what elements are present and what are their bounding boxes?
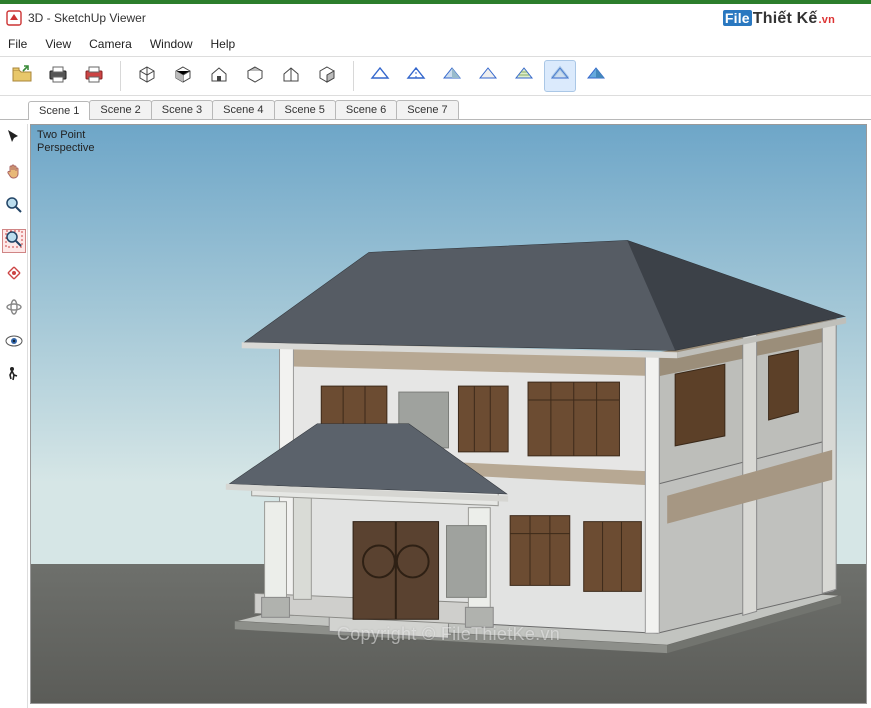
style-xray-icon	[549, 64, 571, 89]
style-shaded-icon	[441, 64, 463, 89]
house-model	[31, 125, 866, 703]
scene-tab-2[interactable]: Scene 2	[89, 100, 151, 119]
scene-tab-3[interactable]: Scene 3	[151, 100, 213, 119]
view-top-button[interactable]	[239, 60, 271, 92]
view-iso-button[interactable]	[131, 60, 163, 92]
tool-select[interactable]	[3, 128, 25, 150]
style-color-button[interactable]	[580, 60, 612, 92]
style-tex-icon	[513, 64, 535, 89]
viewport-3d[interactable]: Two Point Perspective Copyright © FileTh…	[30, 124, 867, 704]
tool-orbit[interactable]	[3, 298, 25, 320]
style-shaded-button[interactable]	[436, 60, 468, 92]
app-icon	[6, 10, 22, 26]
menu-camera[interactable]: Camera	[89, 37, 132, 51]
tool-pan-hand[interactable]	[3, 162, 25, 184]
zoom-window-icon	[5, 230, 23, 253]
toolbar-separator	[120, 61, 121, 91]
style-hidden-icon	[405, 64, 427, 89]
pan-hand-icon	[5, 162, 23, 185]
tool-zoom[interactable]	[3, 196, 25, 218]
print-button[interactable]	[42, 60, 74, 92]
view-right-icon	[280, 64, 302, 89]
scene-tab-6[interactable]: Scene 6	[335, 100, 397, 119]
open-file-icon	[11, 64, 33, 89]
scene-tab-4[interactable]: Scene 4	[212, 100, 274, 119]
main-toolbar	[0, 56, 871, 96]
select-icon	[5, 128, 23, 151]
style-tex-button[interactable]	[508, 60, 540, 92]
style-wire-icon	[369, 64, 391, 89]
zoom-extents-icon	[5, 264, 23, 287]
site-logo: FileThiết Kế.vn	[723, 10, 835, 28]
tool-zoom-window[interactable]	[3, 230, 25, 252]
menu-file[interactable]: File	[8, 37, 27, 51]
style-mono-icon	[477, 64, 499, 89]
tool-walk[interactable]	[3, 366, 25, 388]
orbit-icon	[5, 298, 23, 321]
style-mono-button[interactable]	[472, 60, 504, 92]
view-home-icon	[208, 64, 230, 89]
tool-look[interactable]	[3, 332, 25, 354]
view-front-icon	[172, 64, 194, 89]
camera-label: Two Point Perspective	[37, 129, 94, 154]
style-xray-button[interactable]	[544, 60, 576, 92]
walk-icon	[5, 366, 23, 389]
style-hidden-button[interactable]	[400, 60, 432, 92]
view-front-button[interactable]	[167, 60, 199, 92]
tool-zoom-extents[interactable]	[3, 264, 25, 286]
scene-tabs: Scene 1Scene 2Scene 3Scene 4Scene 5Scene…	[0, 96, 871, 120]
view-back-button[interactable]	[311, 60, 343, 92]
export-pdf-button[interactable]	[78, 60, 110, 92]
scene-tab-7[interactable]: Scene 7	[396, 100, 458, 119]
style-wire-button[interactable]	[364, 60, 396, 92]
style-color-icon	[585, 64, 607, 89]
window-title: 3D - SketchUp Viewer	[28, 11, 146, 25]
menu-view[interactable]: View	[45, 37, 71, 51]
view-iso-icon	[136, 64, 158, 89]
workspace: Two Point Perspective Copyright © FileTh…	[0, 124, 871, 708]
scene-tab-1[interactable]: Scene 1	[28, 101, 90, 120]
view-top-icon	[244, 64, 266, 89]
look-icon	[5, 332, 23, 355]
zoom-icon	[5, 196, 23, 219]
view-home-button[interactable]	[203, 60, 235, 92]
side-toolbar	[0, 124, 28, 708]
menu-bar: File View Camera Window Help	[0, 32, 871, 56]
menu-window[interactable]: Window	[150, 37, 193, 51]
export-pdf-icon	[83, 64, 105, 89]
view-right-button[interactable]	[275, 60, 307, 92]
print-icon	[47, 64, 69, 89]
menu-help[interactable]: Help	[211, 37, 236, 51]
toolbar-separator	[353, 61, 354, 91]
view-back-icon	[316, 64, 338, 89]
open-file-button[interactable]	[6, 60, 38, 92]
scene-tab-5[interactable]: Scene 5	[274, 100, 336, 119]
